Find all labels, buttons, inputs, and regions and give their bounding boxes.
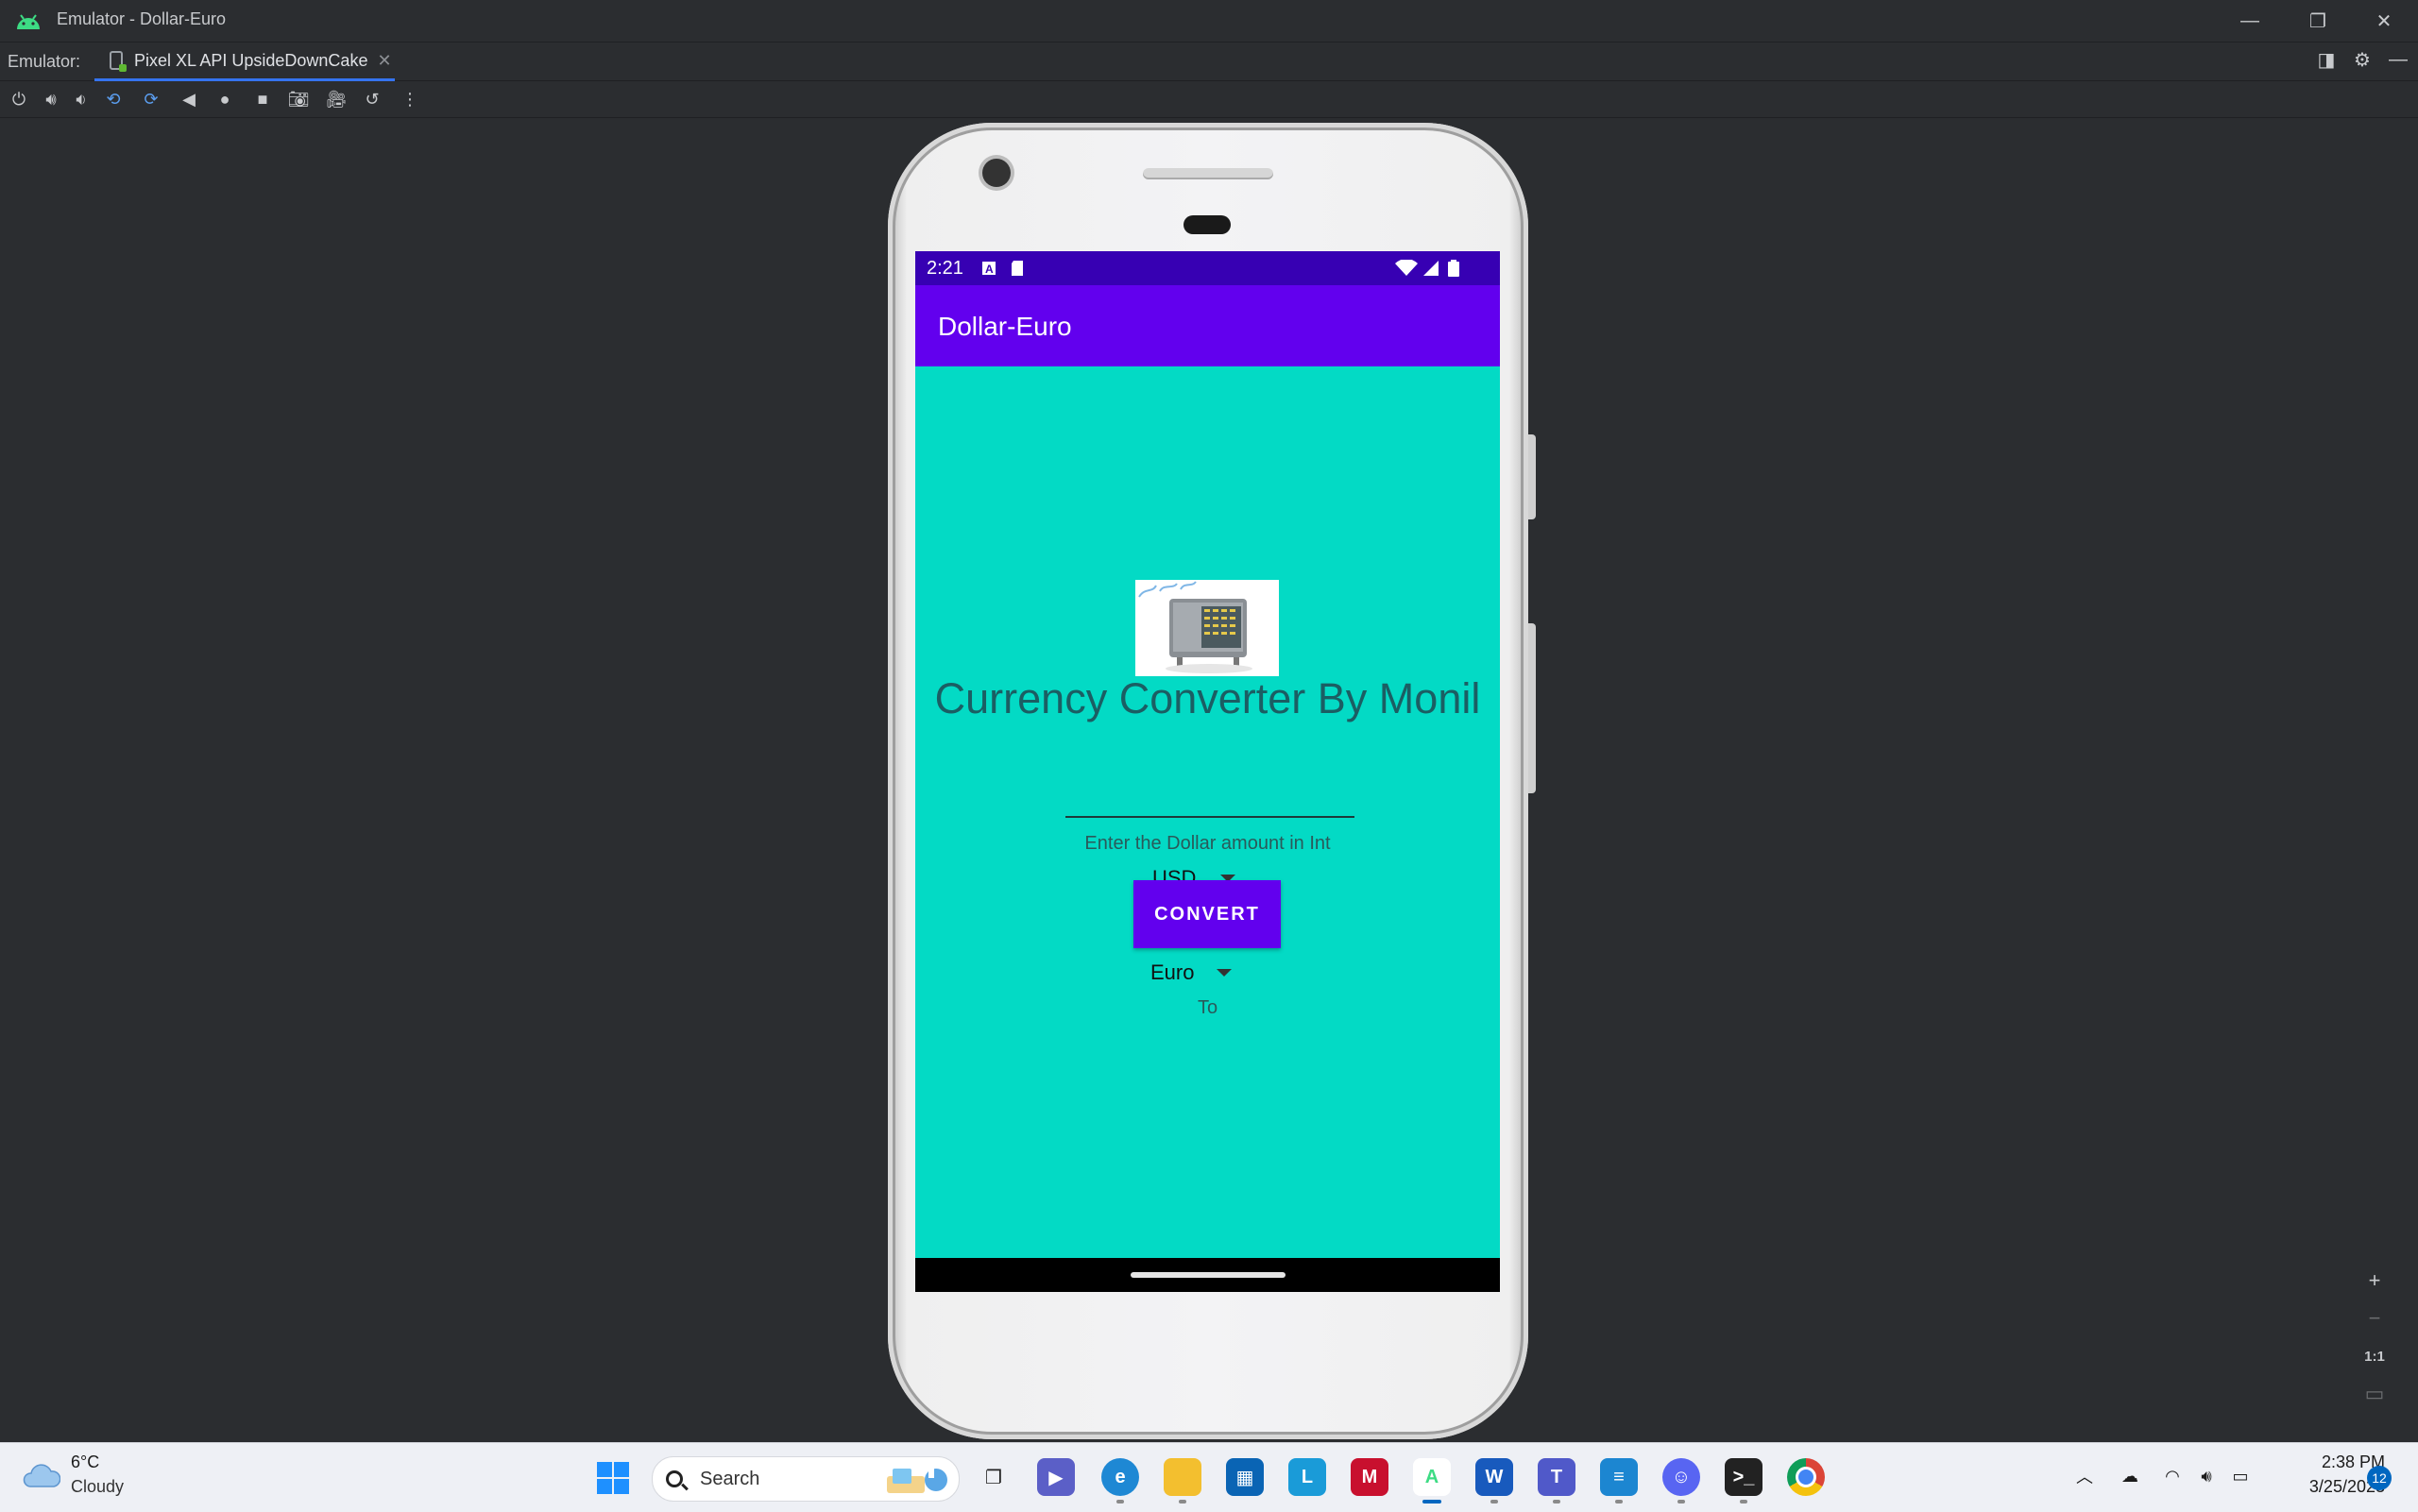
teams-chat-icon[interactable]: ▶ [1037, 1458, 1075, 1496]
terminal-icon[interactable]: >_ [1725, 1458, 1762, 1504]
tab-pixel-xl[interactable]: Pixel XL API UpsideDownCake ✕ [94, 42, 395, 81]
weather-condition: Cloudy [71, 1477, 125, 1496]
window-title: Emulator - Dollar-Euro [57, 9, 227, 28]
chrome-icon[interactable] [1787, 1458, 1825, 1496]
weather-temperature: 6°C [71, 1453, 100, 1471]
battery-icon [1448, 260, 1459, 277]
layout-icon[interactable]: ◨ [2312, 45, 2341, 74]
emulator-label: Emulator: [8, 52, 81, 71]
convert-button[interactable]: CONVERT [1133, 880, 1281, 948]
notepad-icon[interactable]: ≡ [1600, 1458, 1638, 1504]
more-icon[interactable]: ⋮ [397, 85, 423, 113]
wifi-tray-icon[interactable]: ◠ [2159, 1462, 2186, 1490]
wifi-icon [1395, 260, 1418, 276]
emulator-tab-row: Emulator: Pixel XL API UpsideDownCake ✕ [0, 42, 2418, 81]
edge-browser-icon[interactable]: e [1101, 1458, 1139, 1504]
home-icon[interactable]: ● [212, 85, 238, 113]
device-screen: 2:21 A Dollar-Euro Currency Converter By… [915, 251, 1500, 1292]
close-icon[interactable]: ✕ [2356, 6, 2412, 36]
teams-icon[interactable]: T [1538, 1458, 1575, 1504]
android-studio-icon[interactable]: A [1413, 1458, 1451, 1504]
clock-time[interactable]: 2:38 PM [2272, 1453, 2385, 1472]
reset-icon[interactable]: ↺ [359, 85, 385, 113]
zoom-1to1-button[interactable]: 1:1 [2356, 1337, 2393, 1375]
file-explorer-icon[interactable] [1164, 1458, 1201, 1504]
status-bar: 2:21 A [915, 251, 1500, 285]
search-highlight-icon [887, 1469, 947, 1493]
gear-icon[interactable]: ⚙ [2348, 45, 2376, 74]
currency-board-image [1135, 580, 1279, 676]
page-heading: Currency Converter By Monil [934, 674, 1481, 722]
camera-icon[interactable]: 📷︎ [285, 85, 312, 113]
windows-taskbar: 6°C Cloudy Search ❐ ▶ e ▦ L M A W T ≡ ☺ … [0, 1442, 2418, 1512]
power-icon[interactable]: ⏻ [6, 85, 32, 113]
to-label: To [1197, 997, 1218, 1018]
word-icon[interactable]: W [1475, 1458, 1513, 1504]
app-title: Dollar-Euro [938, 312, 1072, 341]
window-titlebar: Emulator - Dollar-Euro — ❐ ✕ [0, 0, 2418, 42]
chevron-up-icon[interactable]: ︿ [2072, 1462, 2097, 1490]
signal-icon [1423, 261, 1439, 276]
restore-icon[interactable]: ❐ [2290, 6, 2346, 36]
minimize-icon[interactable]: — [2222, 6, 2278, 36]
app-bar: Dollar-Euro [915, 285, 1500, 366]
front-camera [982, 159, 1011, 187]
discord-icon[interactable]: ☺ [1662, 1458, 1700, 1504]
status-time: 2:21 [927, 258, 963, 279]
task-view-icon[interactable]: ❐ [975, 1458, 1013, 1496]
svg-text:A: A [985, 263, 994, 276]
search-icon [666, 1470, 683, 1487]
speaker-grille [1143, 168, 1273, 179]
earpiece [1183, 215, 1231, 234]
mcafee-icon[interactable]: M [1351, 1458, 1388, 1496]
app-content: Currency Converter By Monil Enter the Do… [915, 366, 1500, 1258]
microsoft-store-icon[interactable]: ▦ [1226, 1458, 1264, 1496]
a-notification-icon: A [982, 262, 996, 276]
onedrive-icon[interactable]: ☁ [2116, 1462, 2144, 1490]
zoom-controls: + − 1:1 ▭ [2356, 1262, 2393, 1413]
cloud-icon[interactable] [23, 1462, 60, 1488]
record-icon[interactable]: 🎥︎ [323, 85, 349, 113]
battery-tray-icon[interactable]: ▭ [2227, 1462, 2254, 1490]
overview-icon[interactable]: ■ [249, 85, 276, 113]
emulator-toolbar: ⏻ 🔊︎ 🔉︎ ⟲ ⟳ ◀ ● ■ 📷︎ 🎥︎ ↺ ⋮ [0, 81, 2418, 118]
taskbar-search[interactable]: Search [652, 1456, 960, 1502]
l-app-icon[interactable]: L [1288, 1458, 1326, 1496]
device-icon [110, 51, 127, 72]
back-icon[interactable]: ◀ [176, 85, 202, 113]
search-placeholder: Search [700, 1468, 760, 1489]
dropdown-arrow-icon [1217, 969, 1233, 977]
rotate-left-icon[interactable]: ⟲ [100, 85, 127, 113]
to-currency-spinner[interactable]: Euro [1150, 954, 1233, 992]
zoom-out-button[interactable]: − [2356, 1300, 2393, 1337]
amount-hint-label: Enter the Dollar amount in Int [1084, 833, 1331, 854]
power-side-button [1528, 434, 1536, 519]
to-currency-value: Euro [1150, 960, 1195, 984]
tab-label: Pixel XL API UpsideDownCake [134, 50, 368, 70]
speaker-icon[interactable]: 🔊︎ [2193, 1462, 2220, 1490]
volume-side-button [1528, 623, 1536, 793]
android-logo-icon [17, 14, 40, 29]
navigation-bar [915, 1258, 1500, 1292]
hide-panel-icon[interactable]: — [2384, 45, 2412, 74]
home-gesture-handle[interactable] [1131, 1272, 1286, 1278]
windows-start-icon[interactable] [597, 1462, 629, 1494]
tab-close-icon[interactable]: ✕ [377, 51, 391, 71]
sd-card-icon [1012, 261, 1023, 276]
volume-down-icon[interactable]: 🔉︎ [68, 85, 94, 113]
notification-badge[interactable]: 12 [2367, 1466, 2392, 1490]
dollar-amount-input[interactable] [1065, 782, 1354, 818]
fit-screen-icon[interactable]: ▭ [2356, 1375, 2393, 1413]
rotate-right-icon[interactable]: ⟳ [138, 85, 164, 113]
zoom-in-button[interactable]: + [2356, 1262, 2393, 1300]
volume-up-icon[interactable]: 🔊︎ [38, 85, 64, 113]
